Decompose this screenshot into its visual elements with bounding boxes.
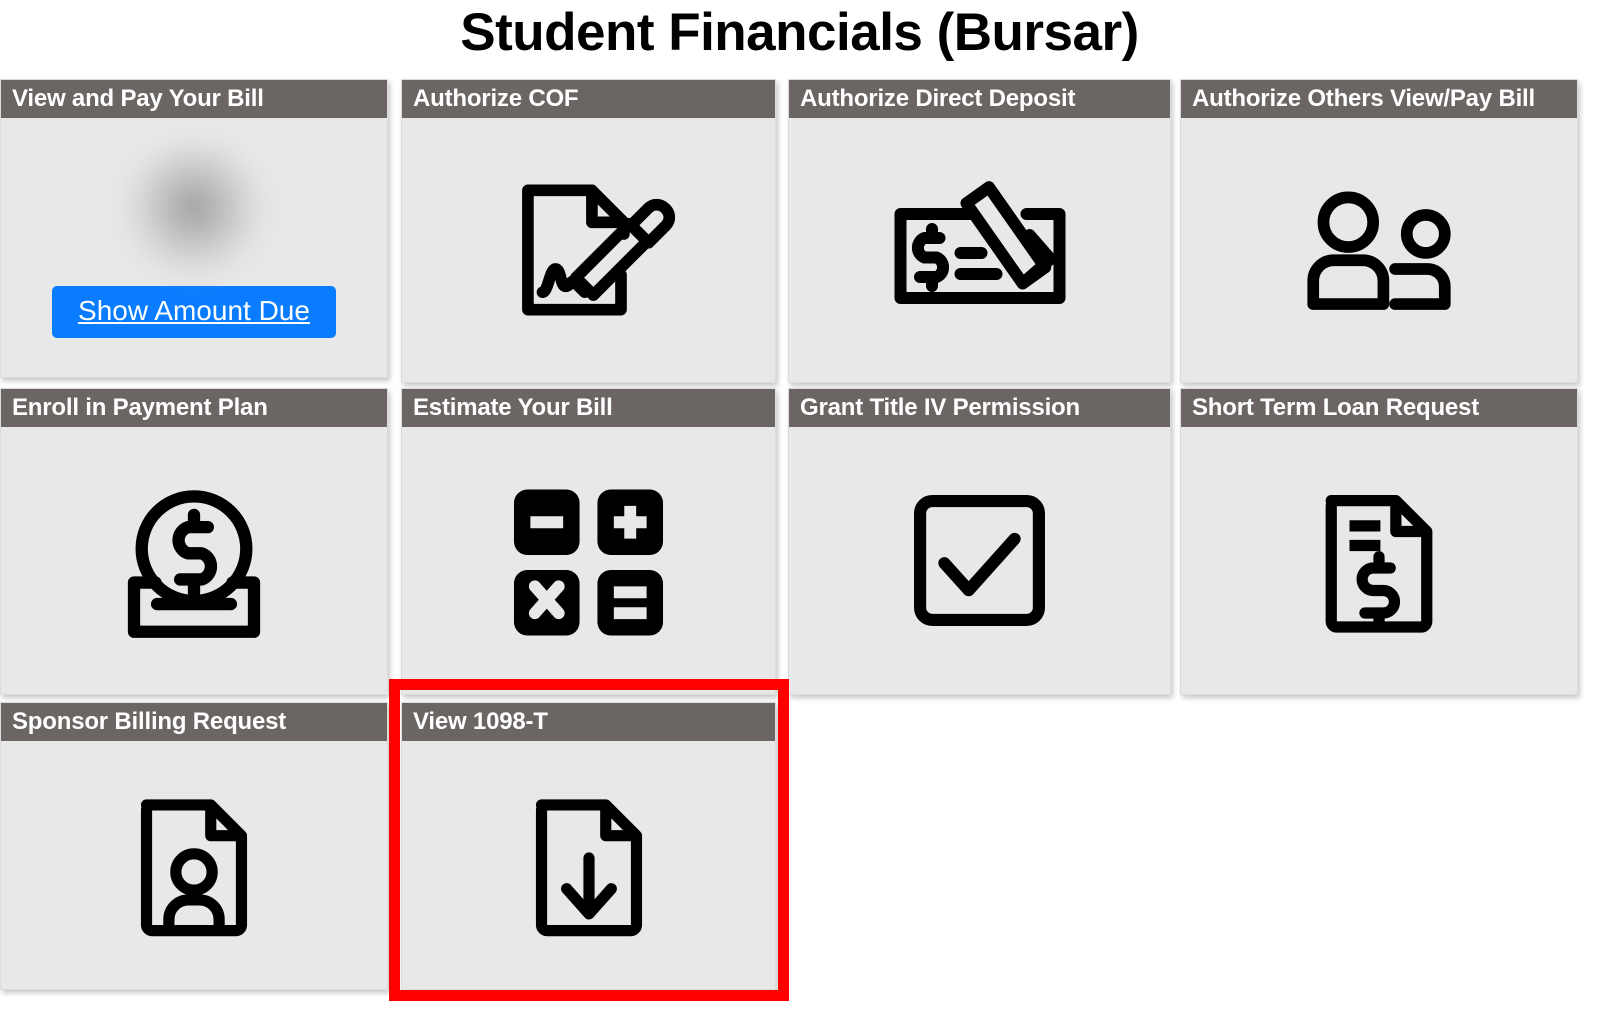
tile-grant-title-iv-permission[interactable]: Grant Title IV Permission <box>788 388 1171 695</box>
blurred-amount-icon <box>119 140 269 281</box>
document-download-arrow-icon <box>530 791 648 939</box>
check-with-pencil-icon <box>880 175 1080 325</box>
tile-body-grant-title-iv-permission <box>789 427 1170 694</box>
tile-authorize-direct-deposit[interactable]: Authorize Direct Deposit <box>788 79 1171 383</box>
tile-header-grant-title-iv-permission: Grant Title IV Permission <box>789 389 1170 428</box>
tile-view-and-pay-your-bill[interactable]: View and Pay Your Bill Show Amount Due <box>0 79 388 378</box>
tile-slot-authorize-others-view-pay-bill: Authorize Others View/Pay Bill <box>1180 79 1578 383</box>
tile-slot-authorize-direct-deposit: Authorize Direct Deposit <box>788 79 1171 383</box>
tile-slot-view-1098-t: View 1098-T <box>401 702 776 990</box>
tile-body-authorize-direct-deposit <box>789 118 1170 382</box>
tile-header-authorize-cof: Authorize COF <box>402 80 775 119</box>
tile-body-view-1098-t <box>402 741 775 989</box>
tile-view-1098-t[interactable]: View 1098-T <box>401 702 776 990</box>
tile-enroll-in-payment-plan[interactable]: Enroll in Payment Plan <box>0 388 388 695</box>
tile-body-short-term-loan-request <box>1181 427 1577 694</box>
two-people-icon <box>1284 190 1474 311</box>
tile-slot-sponsor-billing-request: Sponsor Billing Request <box>0 702 388 990</box>
tile-body-view-and-pay-your-bill: Show Amount Due <box>1 118 387 377</box>
tile-body-authorize-cof <box>402 118 775 382</box>
tile-body-authorize-others-view-pay-bill <box>1181 118 1577 382</box>
tile-row-3: Sponsor Billing Request View 1098-T <box>0 702 776 990</box>
tile-slot-enroll-in-payment-plan: Enroll in Payment Plan <box>0 388 388 695</box>
tile-header-short-term-loan-request: Short Term Loan Request <box>1181 389 1577 428</box>
tile-header-enroll-in-payment-plan: Enroll in Payment Plan <box>1 389 387 428</box>
document-dollar-icon <box>1320 486 1438 636</box>
page-title: Student Financials (Bursar) <box>460 3 1139 62</box>
tile-authorize-cof[interactable]: Authorize COF <box>401 79 776 383</box>
tile-header-sponsor-billing-request: Sponsor Billing Request <box>1 703 387 742</box>
checkbox-checked-icon <box>912 493 1047 628</box>
tile-sponsor-billing-request[interactable]: Sponsor Billing Request <box>0 702 388 990</box>
tile-slot-estimate-your-bill: Estimate Your Bill <box>401 388 776 695</box>
tile-header-authorize-direct-deposit: Authorize Direct Deposit <box>789 80 1170 119</box>
tile-body-sponsor-billing-request <box>1 741 387 989</box>
document-signature-pencil-icon <box>499 170 679 330</box>
tile-body-enroll-in-payment-plan <box>1 427 387 694</box>
tile-body-estimate-your-bill <box>402 427 775 694</box>
coin-into-tray-icon <box>109 481 279 641</box>
tile-slot-authorize-cof: Authorize COF <box>401 79 776 383</box>
tile-row-2: Enroll in Payment Plan Estimate Your Bil… <box>0 388 1578 695</box>
tile-estimate-your-bill[interactable]: Estimate Your Bill <box>401 388 776 695</box>
tile-header-view-1098-t: View 1098-T <box>402 703 775 742</box>
tile-header-estimate-your-bill: Estimate Your Bill <box>402 389 775 428</box>
tile-header-authorize-others-view-pay-bill: Authorize Others View/Pay Bill <box>1181 80 1577 119</box>
calculator-keys-icon <box>511 486 666 636</box>
tile-slot-grant-title-iv-permission: Grant Title IV Permission <box>788 388 1171 695</box>
tile-slot-short-term-loan-request: Short Term Loan Request <box>1180 388 1578 695</box>
tile-row-1: View and Pay Your Bill Show Amount Due A… <box>0 79 1578 383</box>
document-person-icon <box>135 791 253 939</box>
tile-slot-view-and-pay-your-bill: View and Pay Your Bill Show Amount Due <box>0 79 388 378</box>
show-amount-due-button[interactable]: Show Amount Due <box>52 286 336 339</box>
tile-short-term-loan-request[interactable]: Short Term Loan Request <box>1180 388 1578 695</box>
tile-authorize-others-view-pay-bill[interactable]: Authorize Others View/Pay Bill <box>1180 79 1578 383</box>
tile-header-view-and-pay-your-bill: View and Pay Your Bill <box>1 80 387 119</box>
